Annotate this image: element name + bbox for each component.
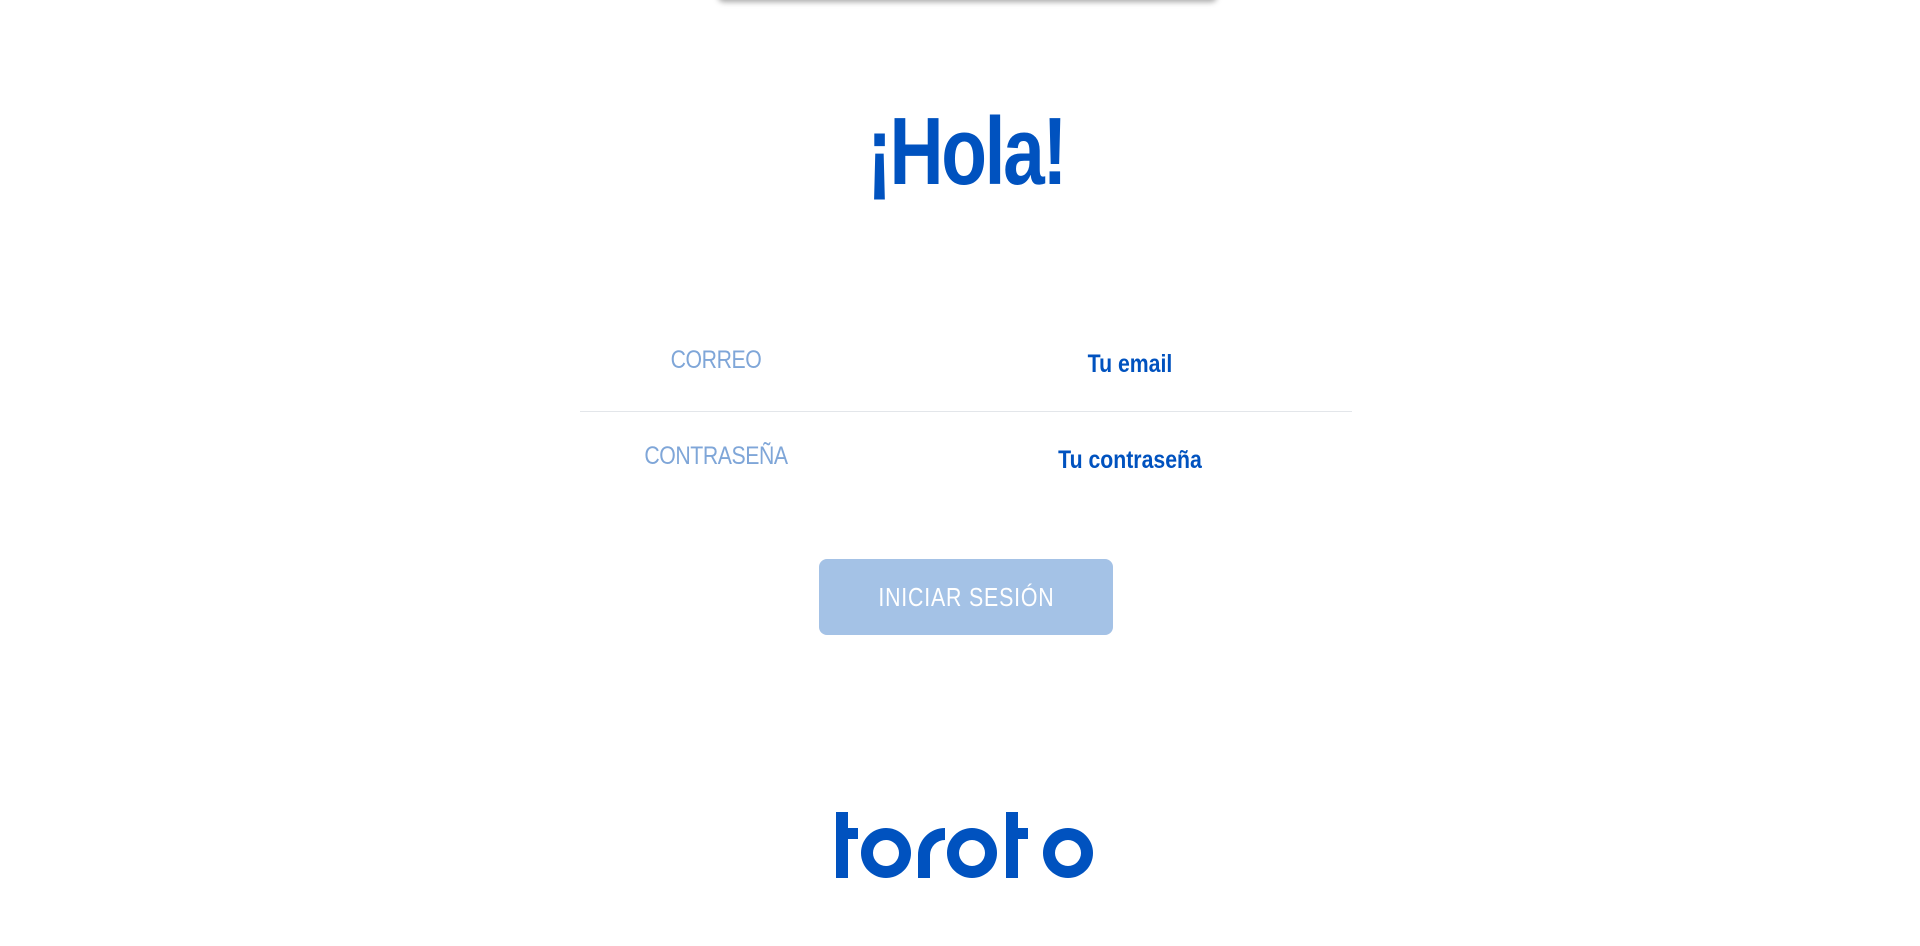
password-label: CONTRASEÑA [644, 442, 788, 470]
login-button[interactable]: INICIAR SESIÓN [819, 559, 1113, 635]
logo-t2-bar [1006, 828, 1028, 839]
email-input[interactable] [937, 348, 1323, 380]
logo-t-stem [836, 812, 848, 878]
login-button-label: INICIAR SESIÓN [877, 581, 1055, 612]
logo-t-bar [836, 828, 858, 839]
logo-o3 [1043, 828, 1093, 878]
email-label: CORREO [670, 346, 762, 374]
logo-t2-stem [1006, 812, 1018, 878]
logo-o1 [861, 828, 911, 878]
logo-r [918, 828, 945, 878]
password-row: CONTRASEÑA [580, 412, 1352, 507]
greeting-title: ¡Hola! [866, 98, 1067, 205]
email-row: CORREO [580, 316, 1352, 412]
logo-o2 [947, 828, 997, 878]
login-page: ¡Hola! CORREO CONTRASEÑA INICIAR SESIÓN [0, 0, 1920, 946]
login-form: CORREO CONTRASEÑA [580, 316, 1352, 507]
toroto-logo [836, 812, 1093, 878]
password-input[interactable] [937, 444, 1323, 476]
